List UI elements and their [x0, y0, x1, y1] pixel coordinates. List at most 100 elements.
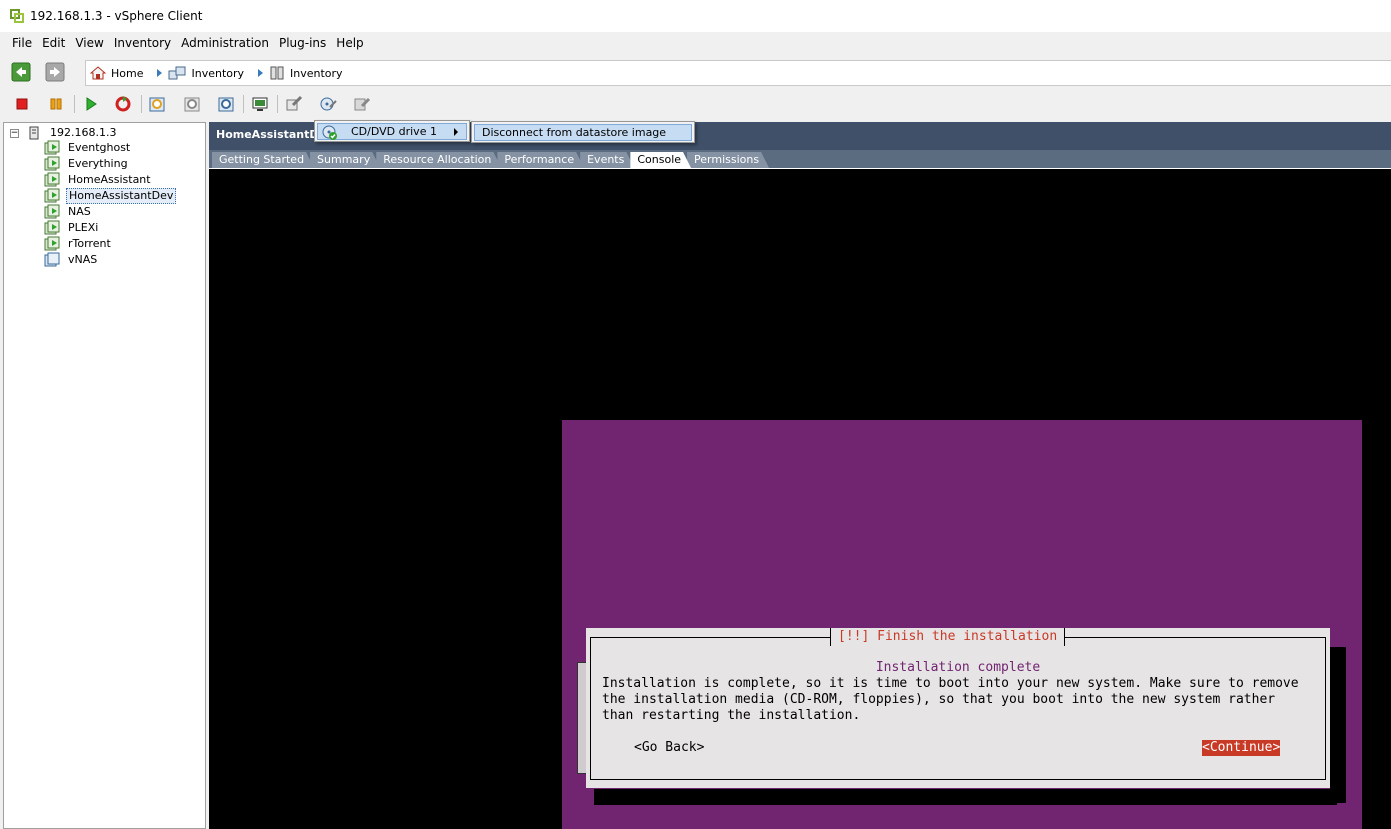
menu-edit[interactable]: Edit: [37, 33, 70, 53]
breadcrumb-separator-icon: [258, 69, 264, 77]
forward-arrow-icon[interactable]: [45, 62, 65, 82]
tree-vm-label: HomeAssistant: [68, 173, 151, 186]
dialog-title: [!!] Finish the installation: [830, 628, 1066, 646]
edit-settings-icon: [286, 95, 303, 111]
menu-help[interactable]: Help: [331, 33, 368, 53]
dialog-subtitle: Installation complete: [875, 660, 1041, 675]
tree-vm-homeassistantdev[interactable]: HomeAssistantDev: [44, 188, 177, 204]
revert-snapshot-button[interactable]: [181, 93, 203, 115]
menu-file[interactable]: File: [7, 33, 37, 53]
cd-dvd-connected-icon: [322, 125, 337, 140]
tab-resource-allocation[interactable]: Resource Allocation: [376, 152, 501, 168]
breadcrumb-home[interactable]: Home: [90, 66, 143, 80]
inventory-icon: [168, 66, 186, 80]
open-console-button[interactable]: [249, 93, 271, 115]
snapshot-manager-icon: [218, 97, 234, 112]
reset-icon: [115, 96, 131, 112]
toolbar-separator: [243, 95, 244, 113]
dialog-body-line: than restarting the installation.: [602, 708, 861, 723]
vm-powered-on-icon: [44, 156, 60, 171]
dialog-shadow: [1330, 647, 1346, 803]
vm-powered-on-icon: [44, 140, 60, 155]
breadcrumb-inventory[interactable]: Inventory: [168, 66, 244, 80]
dialog-body-line: the installation media (CD-ROM, floppies…: [602, 692, 1276, 707]
breadcrumb-separator-icon: [157, 69, 163, 77]
menu-item-disconnect-datastore-image[interactable]: Disconnect from datastore image: [474, 124, 692, 141]
tree-vm-everything[interactable]: Everything: [44, 156, 130, 172]
tree-vm-label: PLEXi: [68, 221, 99, 234]
tab-summary[interactable]: Summary: [310, 152, 380, 168]
menu-view[interactable]: View: [70, 33, 108, 53]
inventory-tree: − 192.168.1.3 Eventghost Everything Home…: [3, 122, 206, 829]
reset-button[interactable]: [112, 93, 134, 115]
installer-dialog: [!!] Finish the installation Installatio…: [586, 628, 1330, 788]
play-icon: [86, 97, 97, 111]
dialog-body-line: Installation is complete, so it is time …: [602, 676, 1299, 691]
menu-inventory[interactable]: Inventory: [109, 33, 176, 53]
host-server-icon: [29, 126, 39, 140]
tree-vm-vnas[interactable]: vNAS: [44, 252, 99, 268]
tab-getting-started[interactable]: Getting Started: [212, 152, 314, 168]
tree-vm-homeassistant[interactable]: HomeAssistant: [44, 172, 153, 188]
tab-permissions[interactable]: Permissions: [687, 152, 769, 168]
tree-vm-eventghost[interactable]: Eventghost: [44, 140, 132, 156]
snapshot-manager-button[interactable]: [215, 93, 237, 115]
floppy-button[interactable]: [351, 93, 373, 115]
toolbar-separator: [74, 95, 75, 113]
take-snapshot-button[interactable]: [146, 93, 168, 115]
cd-dvd-submenu: Disconnect from datastore image: [471, 121, 695, 143]
vm-powered-on-icon: [44, 172, 60, 187]
go-back-button[interactable]: <Go Back>: [634, 740, 704, 756]
tree-host-label: 192.168.1.3: [50, 126, 117, 139]
window-title: 192.168.1.3 - vSphere Client: [30, 9, 203, 23]
power-on-button[interactable]: [80, 93, 102, 115]
vm-panel: HomeAssistantDe Getting Started Summary …: [209, 122, 1391, 829]
floppy-icon: [354, 97, 371, 111]
menu-bar: File Edit View Inventory Administration …: [0, 32, 1391, 54]
vm-powered-on-icon: [44, 204, 60, 219]
continue-button[interactable]: <Continue>: [1202, 740, 1281, 756]
tree-vm-label: rTorrent: [68, 237, 111, 250]
tree-vm-label: NAS: [68, 205, 91, 218]
tree-collapse-toggle[interactable]: −: [10, 128, 19, 138]
vsphere-logo-icon: [10, 9, 24, 23]
cd-dvd-button[interactable]: [317, 93, 339, 115]
dialog-shadow: [594, 789, 1337, 805]
tree-vm-plexi[interactable]: PLEXi: [44, 220, 100, 236]
navigation-bar: Home Inventory Inventory: [0, 56, 1391, 88]
cd-dvd-icon: [320, 97, 337, 111]
breadcrumb-inventory-hosts[interactable]: Inventory: [269, 66, 343, 80]
vm-powered-off-icon: [44, 252, 60, 267]
tree-vm-nas[interactable]: NAS: [44, 204, 93, 220]
menu-item-label: CD/DVD drive 1: [351, 125, 437, 138]
toolbar-separator: [141, 95, 142, 113]
title-bar: 192.168.1.3 - vSphere Client: [0, 0, 1391, 32]
home-icon: [90, 66, 106, 80]
vm-console[interactable]: [!!] Finish the installation Installatio…: [209, 168, 1391, 829]
tab-performance[interactable]: Performance: [497, 152, 584, 168]
tab-console[interactable]: Console: [630, 152, 691, 168]
edit-settings-button[interactable]: [283, 93, 305, 115]
breadcrumb-inventory-hosts-label: Inventory: [290, 66, 343, 80]
menu-item-cd-dvd-drive-1[interactable]: CD/DVD drive 1: [317, 123, 467, 140]
menu-plug-ins[interactable]: Plug-ins: [274, 33, 331, 53]
pause-button[interactable]: [45, 93, 67, 115]
tab-events[interactable]: Events: [580, 152, 634, 168]
stop-icon: [16, 98, 28, 110]
toolbar-separator: [277, 95, 278, 113]
dialog-body: Installation is complete, so it is time …: [602, 676, 1318, 724]
stop-button[interactable]: [11, 93, 33, 115]
vm-powered-on-icon: [44, 220, 60, 235]
tree-vm-rtorrent[interactable]: rTorrent: [44, 236, 113, 252]
tree-host[interactable]: − 192.168.1.3: [10, 126, 118, 140]
vm-powered-on-icon: [44, 236, 60, 251]
breadcrumb: Home Inventory Inventory: [85, 60, 1391, 86]
revert-snapshot-icon: [184, 97, 200, 112]
tree-vm-label: vNAS: [68, 253, 98, 266]
vm-tabs: Getting Started Summary Resource Allocat…: [209, 150, 1391, 168]
submenu-arrow-icon: [454, 128, 458, 136]
cd-dvd-menu: CD/DVD drive 1: [314, 120, 470, 142]
vm-powered-on-icon: [44, 188, 60, 203]
back-arrow-icon[interactable]: [11, 62, 31, 82]
menu-administration[interactable]: Administration: [176, 33, 274, 53]
